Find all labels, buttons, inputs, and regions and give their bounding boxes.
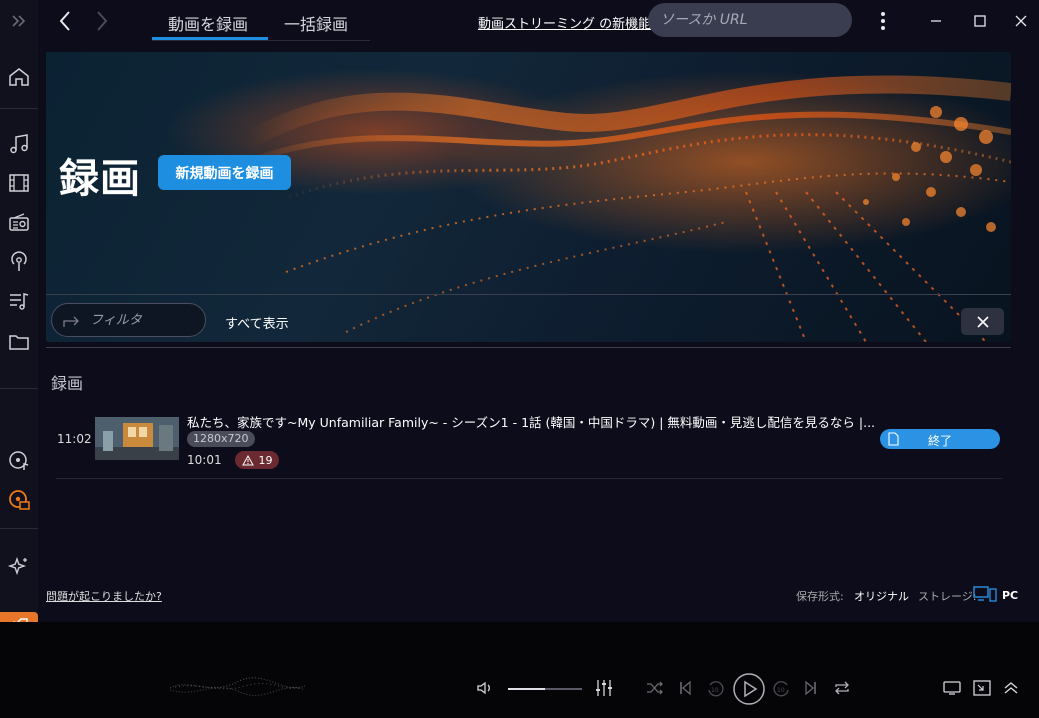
recording-duration: 10:01 <box>187 453 222 467</box>
active-tab-indicator <box>152 37 268 40</box>
tab-record-video[interactable]: 動画を録画 <box>168 11 248 35</box>
storage-label: ストレージ: <box>918 590 977 603</box>
shuffle-icon[interactable] <box>646 681 664 695</box>
save-format-value[interactable]: オリジナル <box>854 588 909 604</box>
home-icon[interactable] <box>4 62 34 92</box>
help-link[interactable]: 問題が起こりましたか? <box>46 588 162 604</box>
record-video-icon[interactable] <box>4 485 34 515</box>
volume-slider[interactable] <box>508 688 582 690</box>
svg-text:10: 10 <box>777 687 785 694</box>
forward-arrow-icon[interactable] <box>91 10 113 32</box>
filter-arrow-icon <box>63 316 79 327</box>
record-banner: 録画 新規動画を録画 <box>46 52 1011 342</box>
filter-input[interactable] <box>88 312 192 329</box>
tab-divider <box>152 40 370 41</box>
sidebar-divider <box>0 108 38 109</box>
row-divider <box>56 478 1002 479</box>
music-icon[interactable] <box>4 129 34 159</box>
storage-value[interactable]: PC <box>1002 589 1018 602</box>
resolution-badge: 1280x720 <box>187 431 255 447</box>
more-menu-icon[interactable] <box>872 10 894 32</box>
mini-player-icon[interactable] <box>973 680 991 696</box>
page-title: 録画 <box>59 156 141 202</box>
recording-title: 私たち、家族です~My Unfamiliar Family~ - シーズン1 -… <box>187 415 876 430</box>
volume-icon[interactable] <box>476 680 494 696</box>
show-all-button[interactable]: すべて表示 <box>225 313 289 332</box>
clear-filter-button[interactable] <box>961 308 1004 335</box>
forward-10-icon[interactable]: 10 <box>773 680 791 698</box>
previous-icon[interactable] <box>679 681 691 695</box>
recording-time: 11:02 <box>57 432 92 446</box>
playlist-icon[interactable] <box>4 286 34 316</box>
warning-badge[interactable]: 19 <box>235 451 279 469</box>
film-icon[interactable] <box>4 168 34 198</box>
repeat-icon[interactable] <box>833 680 851 696</box>
sidebar-divider <box>0 528 38 529</box>
video-thumbnail[interactable] <box>95 417 179 460</box>
play-icon[interactable] <box>732 672 766 706</box>
volume-fill <box>508 688 545 690</box>
minimize-icon[interactable] <box>925 10 947 32</box>
sidebar <box>0 0 38 718</box>
record-audio-icon[interactable] <box>4 446 34 476</box>
whats-new-link[interactable]: 動画ストリーミング の新機能 <box>478 13 651 32</box>
folder-icon[interactable] <box>4 327 34 357</box>
banner-artwork <box>224 75 1011 342</box>
top-bar: 動画を録画 一括録画 動画ストリーミング の新機能 <box>38 0 1039 42</box>
ai-sparkle-icon[interactable] <box>4 552 34 582</box>
source-url-input[interactable] <box>648 3 852 37</box>
close-icon <box>976 315 989 328</box>
podcast-icon[interactable] <box>4 247 34 277</box>
rewind-10-icon[interactable]: 10 <box>706 680 724 698</box>
recording-row[interactable]: 11:02 私たち、家族です~My Unfamiliar Family~ - シ… <box>56 408 1002 478</box>
warning-count: 19 <box>258 453 273 467</box>
storage-pc-icon[interactable] <box>973 586 997 606</box>
divider <box>46 347 1011 348</box>
warning-icon <box>241 454 254 465</box>
next-icon[interactable] <box>805 681 817 695</box>
thumbnail-image <box>95 417 179 460</box>
waveform-visual <box>170 677 305 696</box>
back-arrow-icon[interactable] <box>54 10 76 32</box>
status-finished-button[interactable]: 終了 <box>880 429 1000 449</box>
svg-text:10: 10 <box>711 687 719 694</box>
player-bar <box>0 622 1039 718</box>
section-title: 録画 <box>51 374 84 393</box>
save-format-label: 保存形式: <box>796 590 844 603</box>
divider <box>46 294 1011 295</box>
equalizer-icon[interactable] <box>594 679 614 697</box>
filter-field[interactable] <box>51 303 206 337</box>
expand-sidebar-icon[interactable] <box>4 6 34 36</box>
main-panel: 動画を録画 一括録画 動画ストリーミング の新機能 ソースか URL 録画 新規… <box>38 0 1039 622</box>
radio-icon[interactable] <box>4 207 34 237</box>
new-recording-button[interactable]: 新規動画を録画 <box>158 155 291 190</box>
tab-batch-record[interactable]: 一括録画 <box>284 11 348 35</box>
sidebar-divider <box>0 388 38 389</box>
cast-icon[interactable] <box>943 681 961 695</box>
status-label: 終了 <box>927 434 952 448</box>
close-window-icon[interactable] <box>1010 10 1032 32</box>
expand-up-icon[interactable] <box>1003 681 1019 695</box>
maximize-icon[interactable] <box>969 10 991 32</box>
